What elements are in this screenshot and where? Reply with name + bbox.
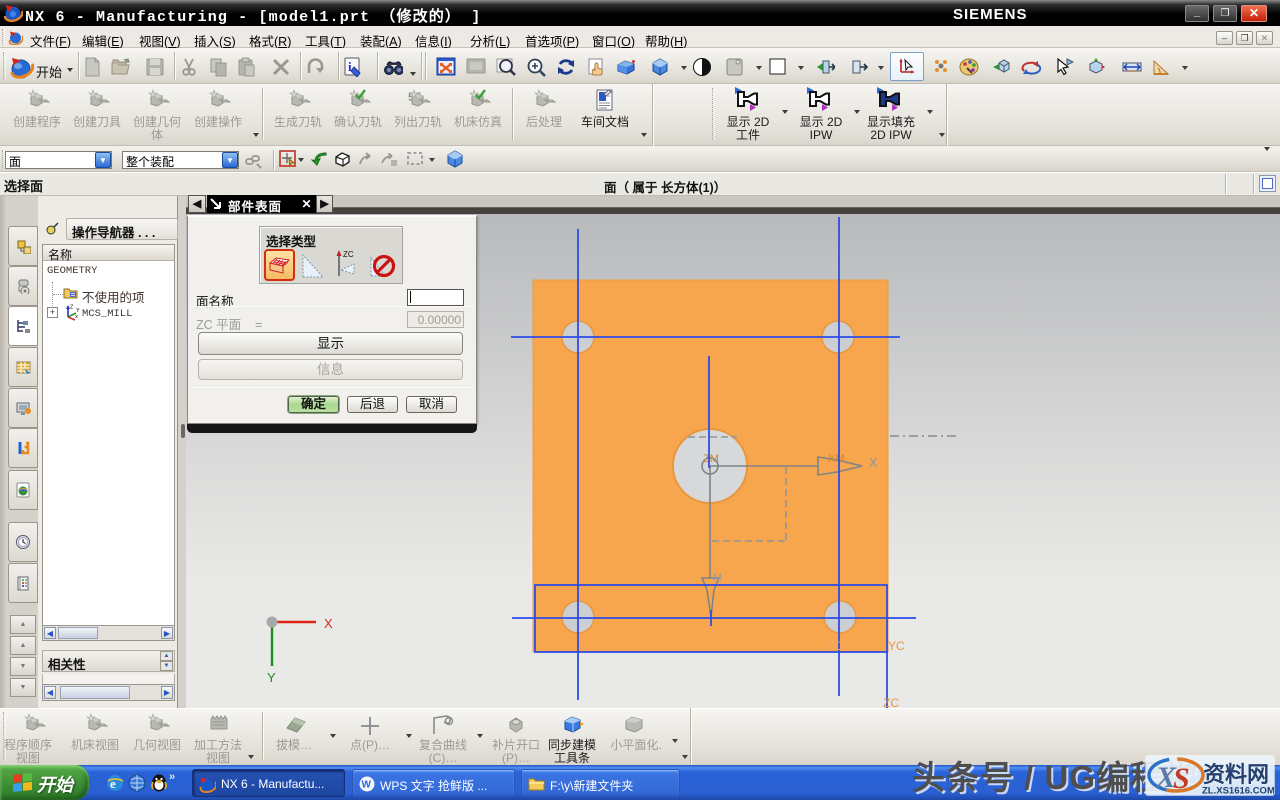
svg-text:ZC: ZC — [883, 696, 899, 708]
svg-text:X: X — [324, 616, 333, 631]
svg-text:x: x — [75, 314, 78, 320]
svg-text:M: M — [713, 572, 722, 584]
svg-text:Y: Y — [267, 670, 276, 685]
svg-text:资料网: 资料网 — [1203, 762, 1269, 787]
svg-text:YC: YC — [888, 639, 905, 653]
svg-text:ZL.XS1616.COM: ZL.XS1616.COM — [1202, 786, 1274, 796]
svg-text:ZM: ZM — [703, 453, 719, 465]
svg-text:X: X — [869, 455, 878, 470]
svg-text:S: S — [1173, 762, 1190, 795]
svg-text:XM: XM — [828, 453, 845, 465]
svg-text:ZC: ZC — [343, 250, 354, 259]
svg-text:Z: Z — [70, 305, 74, 311]
svg-text:W: W — [362, 780, 372, 791]
svg-text:XC: XC — [826, 639, 843, 653]
